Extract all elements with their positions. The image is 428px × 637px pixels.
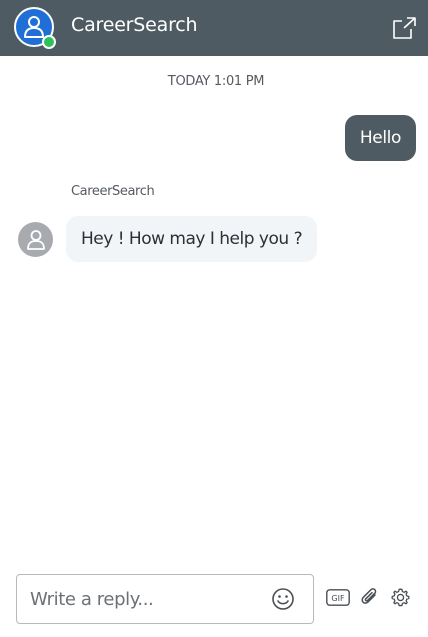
paperclip-icon [361, 588, 377, 604]
reply-input[interactable] [30, 575, 260, 623]
gear-icon [391, 588, 410, 607]
gif-icon: GIF [326, 589, 350, 606]
bot-profile-avatar[interactable] [14, 7, 56, 49]
user-icon [26, 229, 45, 250]
smiley-icon [272, 588, 294, 610]
outgoing-message: Hello [344, 115, 416, 161]
online-status-indicator [42, 35, 56, 49]
message-sender-name: CareerSearch [71, 184, 155, 199]
chat-title: CareerSearch [71, 14, 198, 36]
bot-avatar [18, 222, 53, 257]
incoming-message: Hey ! How may I help you ? [66, 216, 318, 262]
gif-label: GIF [331, 594, 345, 603]
reply-composer [16, 574, 314, 624]
settings-button[interactable] [390, 587, 411, 608]
chat-header: CareerSearch [0, 0, 428, 56]
share-icon [393, 17, 416, 39]
share-button[interactable] [390, 13, 420, 43]
conversation-timestamp: TODAY 1:01 PM [167, 74, 265, 89]
emoji-button[interactable] [271, 587, 295, 611]
attach-file-button[interactable] [360, 587, 380, 608]
gif-button[interactable]: GIF [326, 589, 350, 606]
